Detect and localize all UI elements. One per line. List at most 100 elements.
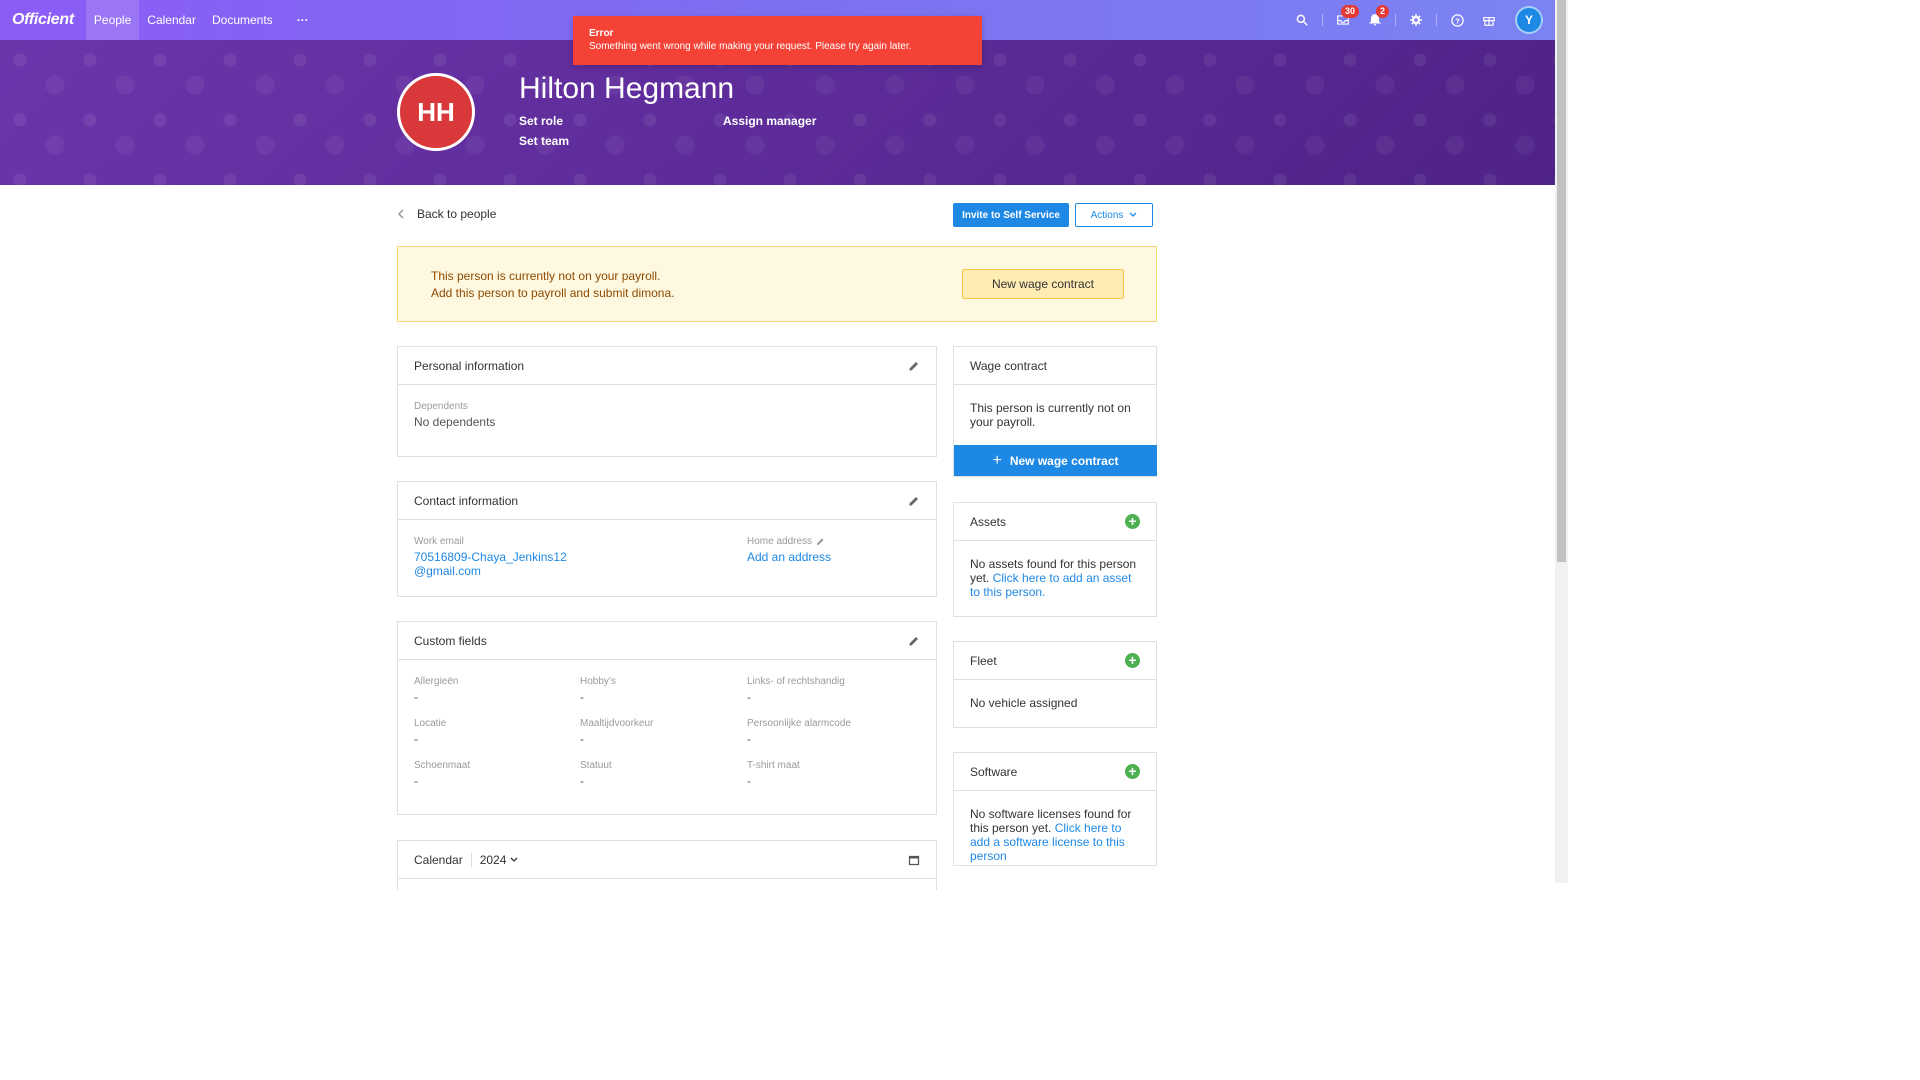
software-card: Software + No software licenses found fo… [953, 752, 1157, 866]
inbox-icon[interactable]: 30 [1327, 0, 1359, 40]
chevron-down-icon [1129, 212, 1137, 217]
custom-field-label: Locatie [414, 718, 447, 729]
wage-contract-card: Wage contract This person is currently n… [953, 346, 1157, 477]
card-title: Assets [970, 514, 1007, 529]
year-selector[interactable]: 2024 [480, 853, 519, 867]
wage-text: This person is currently not on your pay… [970, 401, 1131, 429]
search-icon[interactable] [1286, 0, 1318, 40]
page-scrollbar[interactable] [1555, 0, 1568, 883]
work-email-link[interactable]: 70516809-Chaya_Jenkins12 @gmail.com [414, 550, 747, 578]
error-toast[interactable]: Error Something went wrong while making … [573, 16, 982, 65]
calendar-card: Calendar 2024 [397, 840, 937, 890]
add-asset-icon[interactable]: + [1125, 514, 1140, 529]
card-title: Personal information [414, 358, 525, 373]
topbar-divider [1322, 14, 1323, 26]
contact-information-card: Contact information Work email 70516809-… [397, 481, 937, 597]
card-title: Contact information [414, 493, 519, 508]
toast-message: Something went wrong while making your r… [589, 41, 912, 52]
nav-more-button[interactable]: ··· [281, 0, 325, 40]
bell-icon[interactable]: 2 [1359, 0, 1391, 40]
app-logo[interactable]: Officient [0, 11, 86, 29]
custom-field: Locatie - [414, 718, 580, 746]
back-to-people-link[interactable]: Back to people [397, 207, 496, 221]
actions-label: Actions [1090, 209, 1124, 221]
person-name: Hilton Hegmann [519, 72, 735, 105]
custom-field: Allergieën - [414, 676, 580, 704]
card-header: Custom fields [398, 622, 936, 660]
edit-pencil-icon[interactable] [908, 495, 920, 507]
set-team-link[interactable]: Set team [519, 134, 569, 148]
custom-field-label: T-shirt maat [747, 760, 800, 771]
actions-dropdown[interactable]: Actions [1075, 203, 1153, 227]
card-title: Fleet [970, 653, 997, 668]
edit-pencil-icon[interactable] [816, 537, 825, 546]
plus-icon: + [992, 451, 1002, 469]
home-address-field: Home address Add an address [747, 536, 831, 578]
work-email-field: Work email 70516809-Chaya_Jenkins12 @gma… [414, 536, 747, 578]
payroll-alert: This person is currently not on your pay… [397, 246, 1157, 322]
custom-field: Links- of rechtshandig - [747, 676, 913, 704]
year-value: 2024 [479, 852, 507, 867]
custom-fields-card: Custom fields Allergieën - Hobby's - Links… [397, 621, 937, 815]
edit-pencil-icon[interactable] [908, 635, 920, 647]
add-address-link[interactable]: Add an address [747, 550, 831, 564]
card-body: No assets found for this person yet. Cli… [954, 541, 1156, 615]
custom-field-label: Persoonlijke alarmcode [747, 718, 851, 729]
nav-calendar[interactable]: Calendar [139, 0, 204, 40]
dependents-value: No dependents [414, 415, 496, 429]
card-title: Software [970, 764, 1018, 779]
nav-documents[interactable]: Documents [204, 0, 281, 40]
invite-self-service-button[interactable]: Invite to Self Service [953, 203, 1069, 227]
add-asset-link[interactable]: Click here to add an asset to this perso… [970, 571, 1131, 599]
topbar-divider [1395, 14, 1396, 26]
notifications-count-badge: 2 [1375, 5, 1389, 18]
set-role-link[interactable]: Set role [519, 114, 563, 128]
payroll-alert-subtitle: Add this person to payroll and submit di… [431, 286, 675, 300]
custom-field-label: Hobby's [580, 676, 616, 687]
new-wage-contract-button[interactable]: New wage contract [962, 269, 1124, 299]
dependents-label: Dependents [414, 401, 468, 412]
scrollbar-thumb[interactable] [1557, 0, 1566, 562]
card-header: Calendar 2024 [398, 841, 936, 879]
nav-people[interactable]: People [85, 0, 140, 40]
help-icon[interactable]: ? [1441, 0, 1473, 40]
card-body: No software licenses found for this pers… [954, 791, 1156, 879]
toast-title: Error [589, 28, 614, 39]
card-title: Custom fields [414, 633, 487, 648]
calendar-title-row: Calendar 2024 [414, 852, 519, 867]
assets-card: Assets + No assets found for this person… [953, 502, 1157, 617]
gear-icon[interactable] [1400, 0, 1432, 40]
custom-field-label: Maaltijdvoorkeur [580, 718, 654, 729]
custom-field-value: - [747, 690, 751, 704]
card-body: This person is currently not on your pay… [954, 385, 1156, 445]
personal-information-card: Personal information Dependents No depen… [397, 346, 937, 457]
add-vehicle-icon[interactable]: + [1125, 653, 1140, 668]
custom-field-value: - [414, 690, 418, 704]
chevron-left-icon [397, 209, 404, 219]
add-software-icon[interactable]: + [1125, 764, 1140, 779]
user-avatar[interactable]: Y [1515, 6, 1543, 34]
assign-manager-link[interactable]: Assign manager [723, 114, 816, 128]
topbar-divider [1436, 14, 1437, 26]
gift-icon[interactable] [1473, 0, 1505, 40]
custom-field: T-shirt maat - [747, 760, 913, 788]
custom-field-value: - [414, 732, 418, 746]
work-email-label: Work email [414, 536, 464, 547]
new-wage-contract-card-button[interactable]: + New wage contract [954, 445, 1157, 476]
card-header: Personal information [398, 347, 936, 385]
topbar-actions: 30 2 ? Y [1286, 0, 1543, 40]
custom-field-value: - [580, 690, 584, 704]
custom-field-label: Schoenmaat [414, 760, 471, 771]
custom-field: Persoonlijke alarmcode - [747, 718, 913, 746]
custom-field: Schoenmaat - [414, 760, 580, 788]
custom-field-value: - [580, 732, 584, 746]
fleet-card: Fleet + No vehicle assigned [953, 641, 1157, 728]
custom-field: Statuut - [580, 760, 747, 788]
profile-avatar[interactable]: HH [397, 73, 475, 151]
edit-pencil-icon[interactable] [908, 360, 920, 372]
custom-fields-grid: Allergieën - Hobby's - Links- of rechtshan… [398, 660, 936, 804]
card-body: Work email 70516809-Chaya_Jenkins12 @gma… [398, 520, 936, 594]
custom-field-value: - [747, 732, 751, 746]
back-label: Back to people [417, 207, 497, 221]
calendar-icon[interactable] [908, 854, 920, 866]
